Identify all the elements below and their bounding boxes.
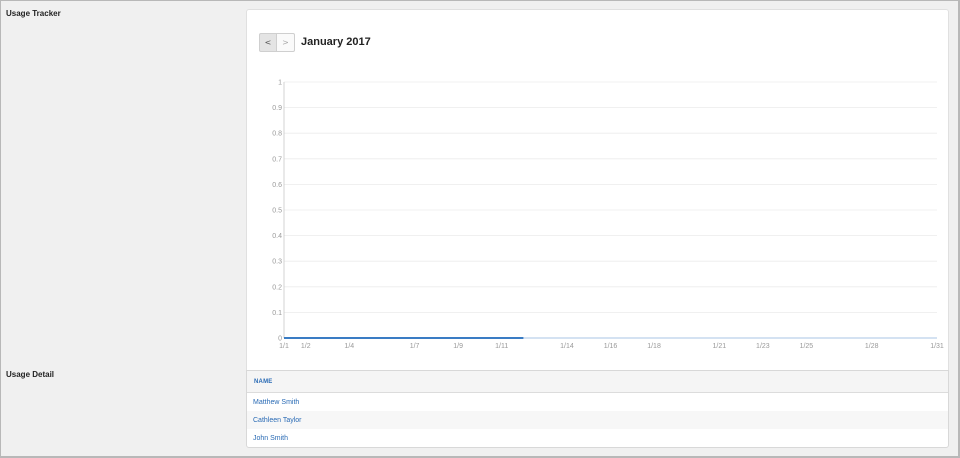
x-tick-label: 1/1 [279,343,289,350]
x-tick-label: 1/11 [495,343,508,350]
table-row: John Smith [247,429,948,447]
table-body: Matthew Smith Cathleen Taylor John Smith [247,393,948,447]
x-tick-label: 1/28 [865,343,879,350]
x-tick-label: 1/31 [930,343,944,350]
x-tick-label: 1/2 [301,343,311,350]
usage-detail-table: NAME Matthew Smith Cathleen Taylor John Sm… [246,370,949,448]
usage-chart: 1 0.9 0.8 0.7 0.6 0.5 0.4 0.3 0.2 0.1 01/1 1/2 1/4 1/… [272,80,944,351]
x-tick-label: 1/7 [410,343,420,350]
y-tick-label: 0.1 [272,310,282,317]
usage-tracker-panel: < > January 2017 1 0.9 0.8 0.7 0.6 0.5 0.4 0.3 0… [246,9,949,371]
y-tick-label: 0.8 [272,131,282,138]
y-tick-label: 0.4 [272,233,282,240]
y-tick-label: 1 [278,80,282,87]
x-tick-label: 1/14 [560,343,574,350]
table-row: Cathleen Taylor [247,411,948,429]
x-tick-label: 1/23 [756,343,770,350]
y-tick-label: 0.7 [272,156,282,163]
y-tick-label: 0.3 [272,259,282,266]
y-tick-label: 0.2 [272,284,282,291]
x-tick-label: 1/16 [604,343,618,350]
usage-tracker-label: Usage Tracker [6,9,61,18]
x-tick-label: 1/4 [344,343,354,350]
x-tick-label: 1/18 [647,343,661,350]
user-name-link[interactable]: Cathleen Taylor [253,417,302,424]
y-tick-label: 0.9 [272,105,282,112]
user-name-link[interactable]: Matthew Smith [253,399,299,406]
x-tick-label: 1/25 [800,343,814,350]
table-row: Matthew Smith [247,393,948,411]
usage-detail-label: Usage Detail [6,370,55,379]
x-tick-label: 1/9 [453,343,463,350]
x-tick-label: 1/21 [713,343,727,350]
user-name-link[interactable]: John Smith [253,435,288,442]
y-tick-label: 0 [278,336,282,343]
name-column-header[interactable]: NAME [247,371,948,393]
y-tick-label: 0.6 [272,182,282,189]
y-tick-label: 0.5 [272,208,282,215]
